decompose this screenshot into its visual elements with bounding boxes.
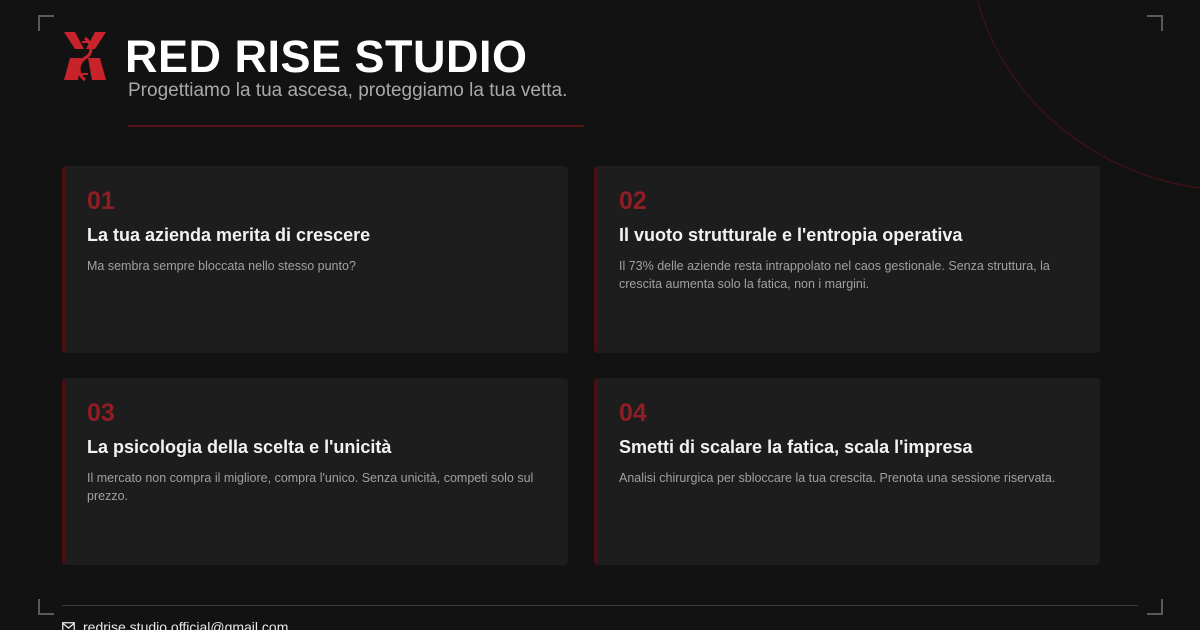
feature-card-01: 01 La tua azienda merita di crescere Ma … — [62, 166, 568, 353]
card-description: Analisi chirurgica per sbloccare la tua … — [619, 471, 1056, 485]
card-description: Il mercato non compra il migliore, compr… — [87, 471, 534, 503]
card-number: 02 — [619, 187, 647, 215]
brand-logo-icon — [64, 32, 106, 82]
page: RED RISE STUDIO Progettiamo la tua asces… — [0, 0, 1200, 630]
contact-email-link[interactable]: redrise.studio.official@gmail.com — [83, 618, 288, 630]
card-title: Il vuoto strutturale e l'entropia operat… — [619, 225, 963, 245]
corner-bracket-bottom-left — [38, 599, 54, 615]
card-description: Ma sembra sempre bloccata nello stesso p… — [87, 259, 356, 273]
brand-title: RED RISE STUDIO — [125, 31, 528, 82]
card-number: 03 — [87, 399, 115, 427]
corner-bracket-top-left — [38, 15, 54, 31]
card-title: La psicologia della scelta e l'unicità — [87, 437, 392, 457]
card-title: Smetti di scalare la fatica, scala l'imp… — [619, 437, 973, 457]
footer-divider — [62, 605, 1138, 606]
corner-bracket-bottom-right — [1147, 599, 1163, 615]
feature-card-04: 04 Smetti di scalare la fatica, scala l'… — [594, 378, 1100, 565]
header-divider — [128, 125, 584, 127]
card-number: 04 — [619, 399, 647, 427]
footer-contact: redrise.studio.official@gmail.com — [62, 618, 288, 630]
feature-card-02: 02 Il vuoto strutturale e l'entropia ope… — [594, 166, 1100, 353]
feature-card-03: 03 La psicologia della scelta e l'unicit… — [62, 378, 568, 565]
brand-tagline: Progettiamo la tua ascesa, proteggiamo l… — [128, 80, 568, 101]
mail-icon — [62, 621, 75, 630]
card-title: La tua azienda merita di crescere — [87, 225, 371, 245]
card-description: Il 73% delle aziende resta intrappolato … — [619, 259, 1050, 291]
card-number: 01 — [87, 187, 115, 215]
